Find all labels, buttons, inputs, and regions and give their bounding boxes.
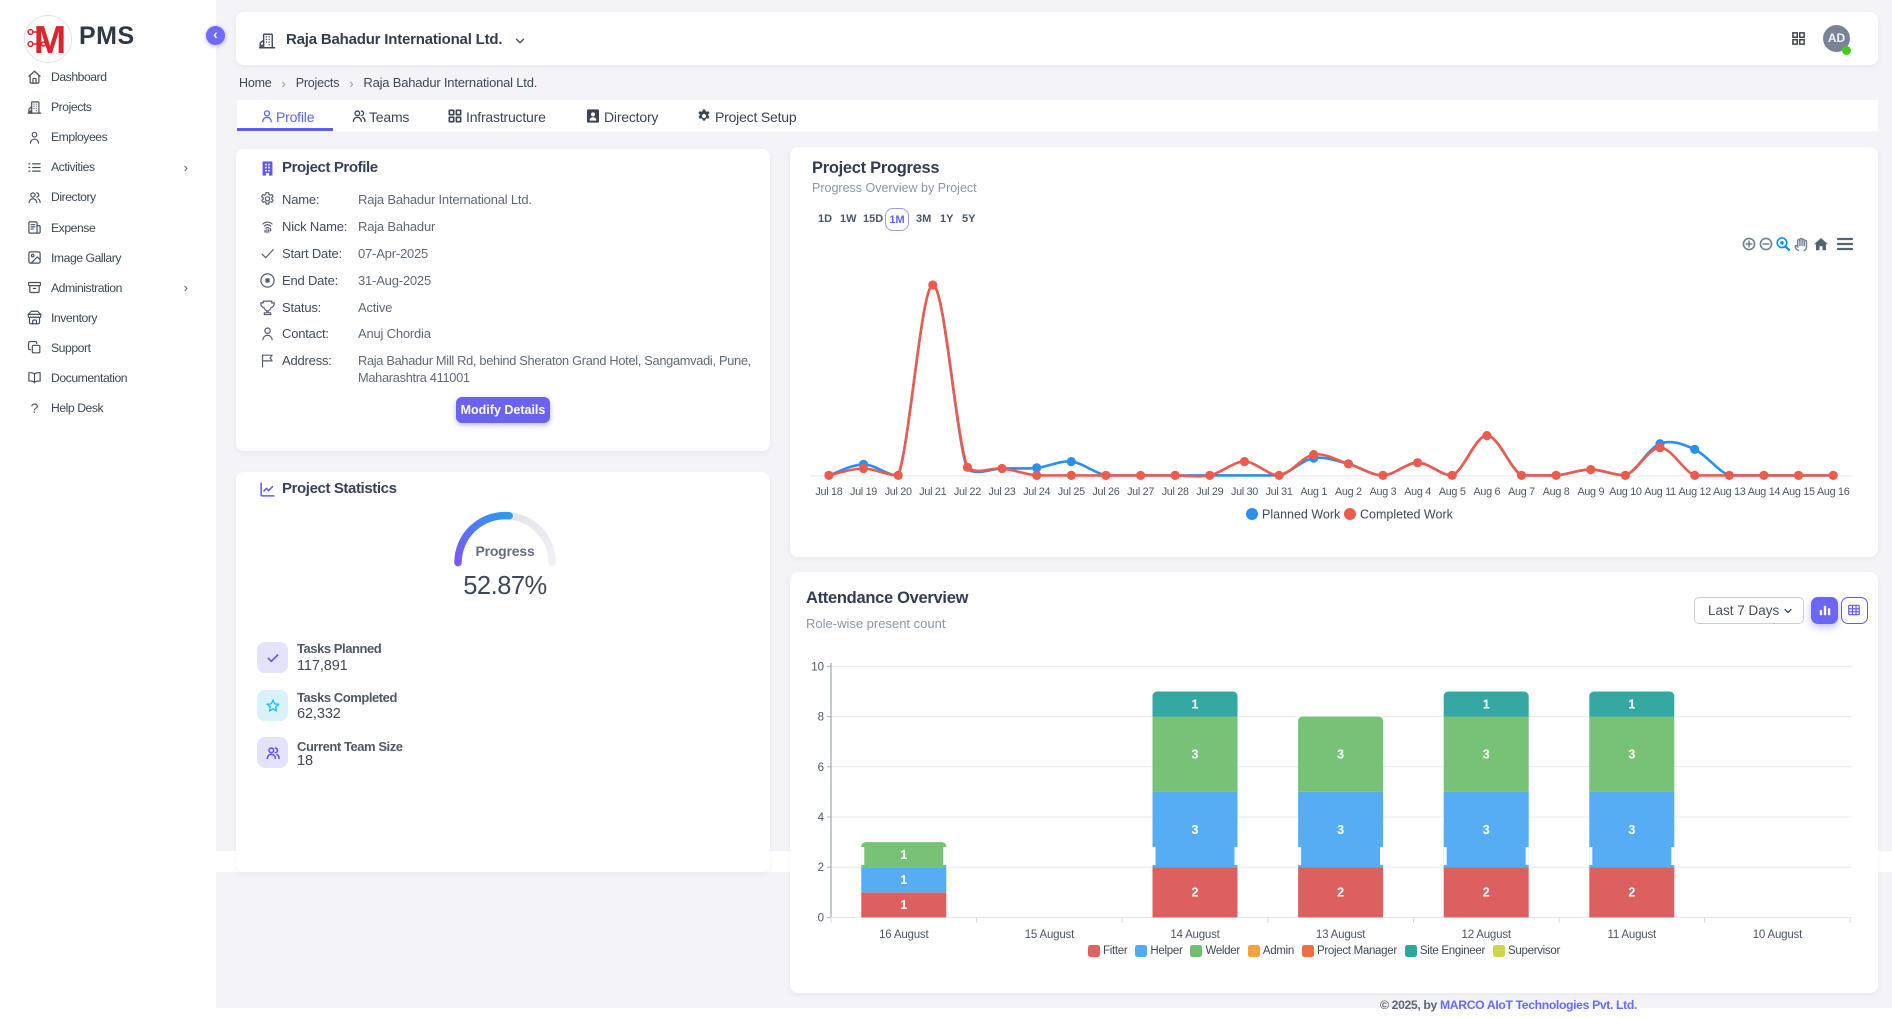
svg-text:1: 1 [900,873,907,887]
svg-text:3: 3 [1337,748,1344,762]
svg-text:2: 2 [1628,886,1635,900]
svg-text:13 August: 13 August [1316,929,1366,941]
svg-text:Completed Work: Completed Work [1360,508,1454,522]
svg-text:2: 2 [1192,886,1199,900]
svg-text:12 August: 12 August [1462,929,1512,941]
svg-text:Aug 7: Aug 7 [1508,486,1535,498]
svg-text:Jul 20: Jul 20 [885,486,912,498]
svg-text:1: 1 [900,848,907,862]
svg-text:M: M [34,19,67,62]
svg-text:Aug 9: Aug 9 [1577,486,1604,498]
svg-text:Aug 15: Aug 15 [1782,486,1815,498]
svg-text:1: 1 [1192,698,1199,712]
svg-text:Jul 30: Jul 30 [1231,486,1258,498]
svg-text:3: 3 [1628,748,1635,762]
svg-text:Aug 6: Aug 6 [1474,486,1501,498]
svg-text:4: 4 [818,812,825,824]
svg-text:Planned Work: Planned Work [1262,508,1341,522]
svg-text:1: 1 [900,898,907,912]
svg-text:Aug 10: Aug 10 [1609,486,1642,498]
svg-text:Aug 12: Aug 12 [1678,486,1711,498]
svg-text:3: 3 [1337,823,1344,837]
svg-text:Aug 2: Aug 2 [1335,486,1362,498]
svg-text:2: 2 [818,862,824,874]
svg-text:Jul 28: Jul 28 [1162,486,1189,498]
svg-text:16 August: 16 August [879,929,929,941]
svg-text:8: 8 [818,712,824,724]
svg-text:6: 6 [818,762,824,774]
svg-text:Aug 5: Aug 5 [1439,486,1466,498]
svg-text:3: 3 [1483,748,1490,762]
svg-text:14 August: 14 August [1170,929,1220,941]
svg-text:Aug 3: Aug 3 [1370,486,1397,498]
svg-text:Jul 21: Jul 21 [919,486,946,498]
svg-text:3: 3 [1192,823,1199,837]
svg-text:Jul 27: Jul 27 [1127,486,1154,498]
svg-text:3: 3 [1192,748,1199,762]
svg-text:Aug 1: Aug 1 [1300,486,1327,498]
svg-text:15 August: 15 August [1025,929,1075,941]
svg-text:Aug 13: Aug 13 [1713,486,1746,498]
svg-text:2: 2 [1337,886,1344,900]
svg-text:Jul 23: Jul 23 [988,486,1015,498]
svg-text:3: 3 [1483,823,1490,837]
svg-text:Jul 19: Jul 19 [850,486,877,498]
svg-text:Aug 8: Aug 8 [1543,486,1570,498]
svg-text:Jul 18: Jul 18 [815,486,842,498]
svg-text:Jul 31: Jul 31 [1266,486,1293,498]
svg-text:2: 2 [1483,886,1490,900]
svg-text:Aug 11: Aug 11 [1644,486,1676,498]
svg-text:Aug 14: Aug 14 [1748,486,1781,498]
svg-text:11 August: 11 August [1608,929,1658,941]
svg-text:Aug 4: Aug 4 [1404,486,1431,498]
svg-text:Jul 25: Jul 25 [1058,486,1085,498]
svg-text:Jul 24: Jul 24 [1023,486,1050,498]
svg-text:0: 0 [818,912,824,924]
svg-text:Jul 22: Jul 22 [954,486,981,498]
svg-text:10: 10 [811,661,824,673]
svg-text:Aug 16: Aug 16 [1817,486,1850,498]
svg-text:1: 1 [1628,698,1635,712]
svg-text:10 August: 10 August [1753,929,1803,941]
svg-text:Jul 29: Jul 29 [1196,486,1223,498]
svg-text:3: 3 [1628,823,1635,837]
svg-text:1: 1 [1483,698,1490,712]
svg-text:Jul 26: Jul 26 [1092,486,1119,498]
